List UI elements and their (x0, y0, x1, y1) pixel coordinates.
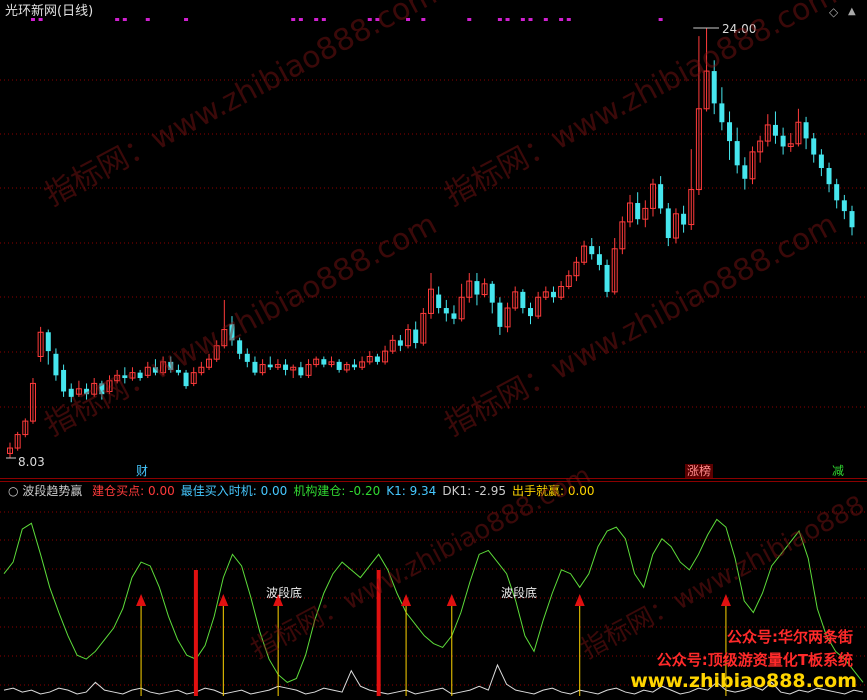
price-chart-panel[interactable]: 光环新网(日线) ◇ ▲ 24.00 8.03 财 涨榜 减 指标网：www.z… (0, 0, 867, 478)
top-marker-dot (505, 18, 510, 21)
radio-icon[interactable]: ○ (8, 484, 18, 498)
candle-body (834, 184, 840, 201)
candle-body (589, 246, 595, 255)
top-marker-dot (566, 18, 571, 21)
indicator-name: 波段趋势赢 (22, 484, 83, 498)
top-marker-dot (559, 18, 564, 21)
finance-marker[interactable]: 财 (134, 464, 150, 478)
candle-body (351, 364, 357, 368)
candle-body (849, 211, 855, 228)
candle-body (298, 367, 304, 376)
chart-title: 光环新网(日线) (5, 4, 94, 19)
scroll-up-icon[interactable]: ▲ (848, 5, 856, 19)
top-marker-dot (528, 18, 533, 21)
candle-body (811, 138, 817, 155)
buy-arrow (136, 594, 147, 606)
candle-body (780, 135, 786, 147)
top-marker-dot (314, 18, 319, 21)
candle-body (734, 141, 740, 166)
buy-arrow (574, 594, 585, 606)
candle-body (267, 364, 273, 368)
candle-body (53, 353, 59, 376)
candle-body (826, 168, 832, 185)
candle-body (520, 291, 526, 309)
candle-body (803, 122, 809, 139)
indicator-value-2: 机构建仓: -0.20 (293, 484, 381, 498)
wave-bottom-label: 波段底 (266, 586, 303, 600)
candle-body (283, 364, 289, 370)
promo-line-1: 公众号:华尔两条街 (727, 628, 853, 646)
candle-body (443, 308, 449, 314)
buy-arrow (401, 594, 412, 606)
indicator-value-4: DK1: -2.95 (442, 484, 506, 498)
buy-arrow (446, 594, 457, 606)
top-marker-dot (115, 18, 120, 21)
candle-body (252, 361, 258, 373)
indicator-value-3: K1: 9.34 (386, 484, 437, 498)
top-marker-dot (291, 18, 296, 21)
top-marker-dot (497, 18, 502, 21)
candle-body (818, 154, 824, 169)
candle-body (451, 313, 457, 319)
candle-body (596, 254, 602, 265)
wave-bottom-bar (193, 570, 198, 696)
top-marker-dot (122, 18, 127, 21)
candle-body (45, 332, 51, 352)
top-marker-dot (184, 18, 189, 21)
top-marker-dot (467, 18, 472, 21)
candle-body (436, 294, 442, 309)
candle-body (719, 103, 725, 123)
candle-body (497, 302, 503, 327)
candle-body (604, 264, 610, 292)
buy-arrow (218, 594, 229, 606)
candle-body (413, 329, 419, 344)
candle-body (841, 200, 847, 212)
candle-body (635, 203, 641, 220)
reduction-marker[interactable]: 减 (830, 464, 846, 478)
wave-bottom-label: 波段底 (501, 586, 538, 600)
indicator-panel[interactable]: ○ 波段趋势赢 建仓买点: 0.00 最佳买入时机: 0.00 机构建仓: -0.2… (0, 460, 867, 696)
candle-body (374, 356, 380, 362)
candle-body (474, 281, 480, 295)
top-marker-dot (298, 18, 303, 21)
promo-line-2: 公众号:顶级游资量化T板系统 (656, 651, 853, 669)
candle-body (397, 340, 403, 346)
price-low-label: 8.03 (18, 455, 45, 469)
promo-url: www.zhibiao888.com (630, 670, 857, 692)
panel-divider (0, 478, 867, 479)
indicator-value-1: 最佳买入时机: 0.00 (180, 484, 288, 498)
candle-body (528, 308, 534, 317)
top-marker-dot (145, 18, 150, 21)
candle-body (681, 213, 687, 225)
candle-body (658, 184, 664, 209)
candle-body (772, 124, 778, 136)
candle-body (727, 122, 733, 142)
indicator-value-0: 建仓买点: 0.00 (92, 484, 175, 498)
gainers-list-marker[interactable]: 涨榜 (685, 464, 714, 478)
top-marker-dot (658, 18, 663, 21)
candle-body (489, 283, 495, 303)
candle-body (244, 353, 250, 362)
candle-body (665, 208, 671, 239)
candle-body (742, 165, 748, 179)
top-marker-dot (520, 18, 525, 21)
candle-body (550, 291, 556, 298)
top-marker-dot (543, 18, 548, 21)
candle-body (321, 359, 327, 365)
candle-body (336, 361, 342, 370)
